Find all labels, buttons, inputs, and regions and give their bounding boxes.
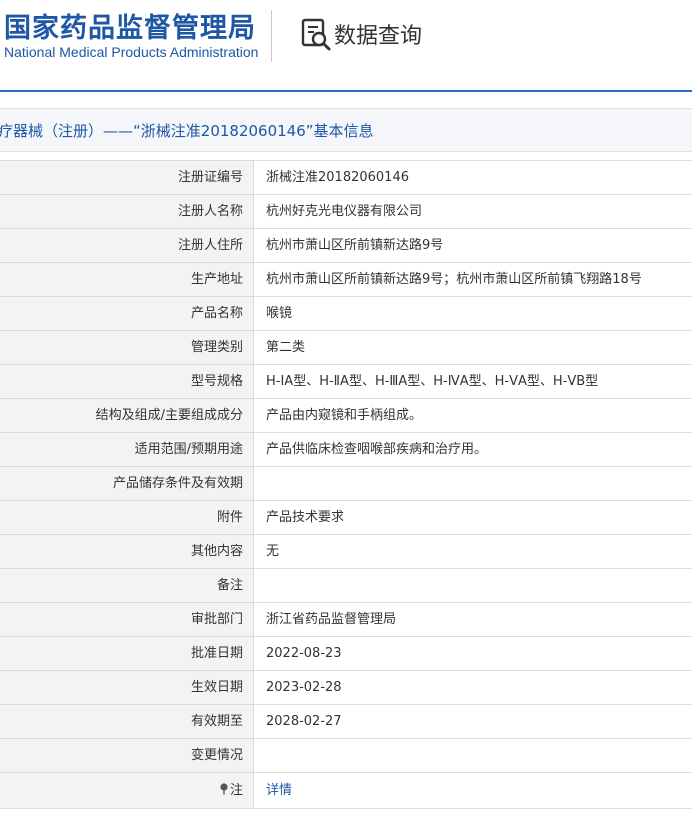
record-title-prefix: 疗器械（注册）——“ [0, 122, 141, 140]
field-label: 产品储存条件及有效期 [0, 467, 254, 500]
field-label: 注册证编号 [0, 161, 254, 194]
field-value: 杭州市萧山区所前镇新达路9号；杭州市萧山区所前镇飞翔路18号 [266, 272, 642, 287]
field-label: 结构及组成/主要组成成分 [0, 399, 254, 432]
field-value: 第二类 [266, 340, 306, 355]
table-row: 其他内容无 [0, 535, 692, 569]
field-value: 产品技术要求 [266, 510, 345, 525]
table-row: 备注 [0, 569, 692, 603]
table-row: 批准日期 2022-08-23 [0, 637, 692, 671]
table-row: 生产地址 杭州市萧山区所前镇新达路9号；杭州市萧山区所前镇飞翔路18号 [0, 263, 692, 297]
detail-table: 注册证编号 浙械注准20182060146 注册人名称 杭州好克光电仪器有限公司 注… [0, 160, 692, 809]
field-label: 审批部门 [0, 603, 254, 636]
table-row: 产品储存条件及有效期 [0, 467, 692, 501]
record-title-bar: 疗器械（注册）——“浙械注准20182060146”基本信息 [0, 108, 692, 152]
field-value: 杭州市萧山区所前镇新达路9号 [266, 238, 444, 253]
data-query-label: 数据查询 [334, 24, 423, 49]
field-value [254, 467, 692, 500]
table-row: 注册人住所 杭州市萧山区所前镇新达路9号 [0, 229, 692, 263]
record-title-number: 浙械注准20182060146 [140, 122, 306, 140]
field-value [254, 739, 692, 772]
field-value: 产品供临床检查咽喉部疾病和治疗用。 [266, 442, 488, 457]
table-row: 结构及组成/主要组成成分 产品由内窥镜和手柄组成。 [0, 399, 692, 433]
field-label: 管理类别 [0, 331, 254, 364]
logo-english[interactable]: National Medical Products Administration [4, 44, 258, 60]
field-label: 有效期至 [0, 705, 254, 738]
logo-chinese[interactable]: 国家药品监督管理局 [4, 6, 256, 45]
field-label: 附件 [0, 501, 254, 534]
table-row: 生效日期 2023-02-28 [0, 671, 692, 705]
field-label: 适用范围/预期用途 [0, 433, 254, 466]
field-value: 2022-08-23 [266, 646, 342, 661]
table-row: 型号规格 H-ⅠA型、H-ⅡA型、H-ⅢA型、H-ⅣA型、H-ⅤA型、H-ⅤB型 [0, 365, 692, 399]
table-row: 注册人名称 杭州好克光电仪器有限公司 [0, 195, 692, 229]
field-label: 产品名称 [0, 297, 254, 330]
field-label: 注册人名称 [0, 195, 254, 228]
data-query-link[interactable]: 数据查询 [300, 16, 422, 52]
details-link[interactable]: 详情 [266, 783, 292, 798]
field-value [254, 569, 692, 602]
field-label: 变更情况 [0, 739, 254, 772]
table-row: 注册证编号 浙械注准20182060146 [0, 161, 692, 195]
table-row: 适用范围/预期用途 产品供临床检查咽喉部疾病和治疗用。 [0, 433, 692, 467]
field-label: 批准日期 [0, 637, 254, 670]
document-search-icon [301, 18, 331, 51]
field-value: H-ⅠA型、H-ⅡA型、H-ⅢA型、H-ⅣA型、H-ⅤA型、H-ⅤB型 [266, 374, 599, 389]
table-row: 有效期至 2028-02-27 [0, 705, 692, 739]
pin-icon [220, 783, 228, 795]
record-title-suffix: ”基本信息 [305, 122, 374, 140]
field-label: 备注 [0, 569, 254, 602]
field-value: 2023-02-28 [266, 680, 342, 695]
field-value: 2028-02-27 [266, 714, 342, 729]
record-title: 疗器械（注册）——“浙械注准20182060146”基本信息 [0, 120, 374, 141]
header-divider [271, 10, 272, 62]
field-label: 其他内容 [0, 535, 254, 568]
field-value: 浙江省药品监督管理局 [266, 612, 397, 627]
field-label: 生效日期 [0, 671, 254, 704]
table-row-note: 注 详情 [0, 773, 692, 809]
field-value: 喉镜 [266, 306, 293, 321]
note-value: 详情 [254, 773, 692, 808]
field-label: 生产地址 [0, 263, 254, 296]
field-value: 浙械注准20182060146 [266, 170, 409, 185]
table-row: 审批部门 浙江省药品监督管理局 [0, 603, 692, 637]
field-label: 型号规格 [0, 365, 254, 398]
note-label: 注 [0, 773, 254, 808]
table-row: 管理类别 第二类 [0, 331, 692, 365]
table-row: 变更情况 [0, 739, 692, 773]
note-label-text: 注 [229, 783, 243, 798]
table-row: 附件 产品技术要求 [0, 501, 692, 535]
field-value: 无 [266, 544, 280, 559]
header-rule [0, 90, 692, 92]
field-value: 杭州好克光电仪器有限公司 [266, 204, 423, 219]
table-row: 产品名称 喉镜 [0, 297, 692, 331]
field-value: 产品由内窥镜和手柄组成。 [266, 408, 423, 423]
field-label: 注册人住所 [0, 229, 254, 262]
site-header: 国家药品监督管理局 National Medical Products Admi… [0, 0, 692, 92]
